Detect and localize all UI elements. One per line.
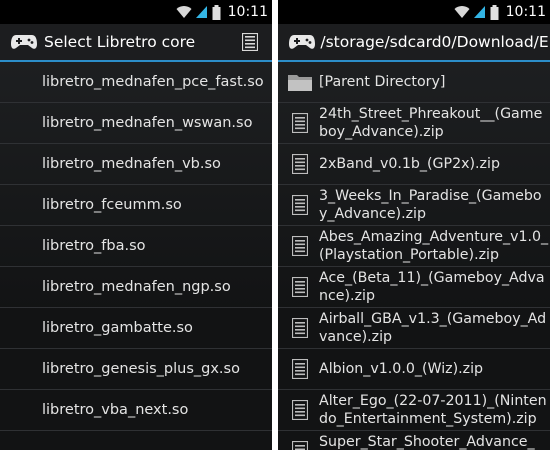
file-icon [287, 236, 313, 256]
file-list-item[interactable]: 24th_Street_Phreakout__(Gameboy_Advance)… [278, 103, 550, 144]
file-icon [287, 441, 313, 450]
core-list-item[interactable]: libretro_mednafen_vb.so [0, 144, 272, 185]
file-name: Airball_GBA_v1.3_(Gameboy_Advance).zip [319, 311, 547, 345]
core-name: libretro_fceumm.so [42, 197, 182, 213]
list-menu-icon[interactable] [241, 32, 259, 55]
core-name: libretro_genesis_plus_gx.so [42, 361, 240, 377]
file-name: Ace_(Beta_11)_(Gameboy_Advance).zip [319, 270, 545, 304]
file-icon [287, 195, 313, 215]
parent-directory-label: [Parent Directory] [319, 74, 446, 90]
file-list-item[interactable]: Alter_Ego_(22-07-2011)_(Nintendo_Enterta… [278, 390, 550, 431]
core-list-item[interactable]: libretro_mednafen_pce_fast.so [0, 62, 272, 103]
file-browser-screen: 10:11 /storage/sdcard0/Download/E... [Pa… [278, 0, 550, 450]
action-bar: /storage/sdcard0/Download/E... [278, 24, 550, 62]
wifi-icon [454, 5, 470, 19]
core-list-item[interactable]: libretro_fba.so [0, 226, 272, 267]
file-name: 24th_Street_Phreakout__(Gameboy_Advance)… [319, 106, 543, 140]
file-list-item[interactable]: Abes_Amazing_Adventure_v1.0_(Playstation… [278, 226, 550, 267]
file-name: Alter_Ego_(22-07-2011)_(Nintendo_Enterta… [319, 393, 547, 427]
status-clock: 10:11 [227, 4, 268, 20]
wifi-icon [176, 5, 192, 19]
core-select-screen: 10:11 Select Libretro core libretro_medn… [0, 0, 272, 450]
core-name: libretro_mednafen_pce_fast.so [42, 74, 264, 90]
file-list-item[interactable]: Albion_v1.0.0_(Wiz).zip [278, 349, 550, 390]
status-clock: 10:11 [505, 4, 546, 20]
gamepad-icon[interactable] [288, 30, 316, 54]
status-bar: 10:11 [0, 0, 272, 24]
file-name: 2xBand_v0.1b_(GP2x).zip [319, 156, 500, 172]
file-name: 3_Weeks_In_Paradise_(Gameboy_Advance).zi… [319, 188, 542, 222]
parent-directory-row[interactable]: [Parent Directory] [278, 62, 550, 103]
core-list: libretro_mednafen_pce_fast.so libretro_me… [0, 62, 272, 431]
file-icon [287, 400, 313, 420]
battery-icon [212, 4, 221, 20]
core-name: libretro_mednafen_vb.so [42, 156, 221, 172]
file-icon [287, 277, 313, 297]
core-list-item[interactable]: libretro_fceumm.so [0, 185, 272, 226]
file-icon [287, 154, 313, 174]
file-icon [287, 359, 313, 379]
core-name: libretro_mednafen_ngp.so [42, 279, 231, 295]
file-name: Abes_Amazing_Adventure_v1.0_(Playstation… [319, 229, 549, 263]
file-icon [287, 113, 313, 133]
core-name: libretro_fba.so [42, 238, 146, 254]
file-list-item[interactable]: Ace_(Beta_11)_(Gameboy_Advance).zip [278, 267, 550, 308]
core-name: libretro_mednafen_wswan.so [42, 115, 253, 131]
core-list-item[interactable]: libretro_gambatte.so [0, 308, 272, 349]
core-list-item[interactable]: libretro_mednafen_ngp.so [0, 267, 272, 308]
file-list-item[interactable]: Super_Star_Shooter_Advance_(G [278, 431, 550, 450]
battery-icon [490, 4, 499, 20]
page-title: Select Libretro core [44, 33, 196, 51]
action-bar: Select Libretro core [0, 24, 272, 62]
file-list-item[interactable]: 3_Weeks_In_Paradise_(Gameboy_Advance).zi… [278, 185, 550, 226]
file-name: Albion_v1.0.0_(Wiz).zip [319, 361, 484, 377]
folder-icon [287, 73, 313, 91]
file-list-item[interactable]: Airball_GBA_v1.3_(Gameboy_Advance).zip [278, 308, 550, 349]
core-list-item[interactable]: libretro_vba_next.so [0, 390, 272, 431]
signal-icon [195, 5, 208, 19]
file-name: Super_Star_Shooter_Advance_(G [319, 434, 535, 450]
file-list-item[interactable]: 2xBand_v0.1b_(GP2x).zip [278, 144, 550, 185]
directory-path-title: /storage/sdcard0/Download/E... [320, 33, 550, 51]
gamepad-icon[interactable] [10, 30, 40, 54]
status-bar: 10:11 [278, 0, 550, 24]
core-name: libretro_gambatte.so [42, 320, 193, 336]
core-list-item[interactable]: libretro_genesis_plus_gx.so [0, 349, 272, 390]
file-icon [287, 318, 313, 338]
signal-icon [473, 5, 486, 19]
file-list: [Parent Directory] 24th_Street_Phreakout… [278, 62, 550, 450]
core-list-item[interactable]: libretro_mednafen_wswan.so [0, 103, 272, 144]
core-name: libretro_vba_next.so [42, 402, 189, 418]
